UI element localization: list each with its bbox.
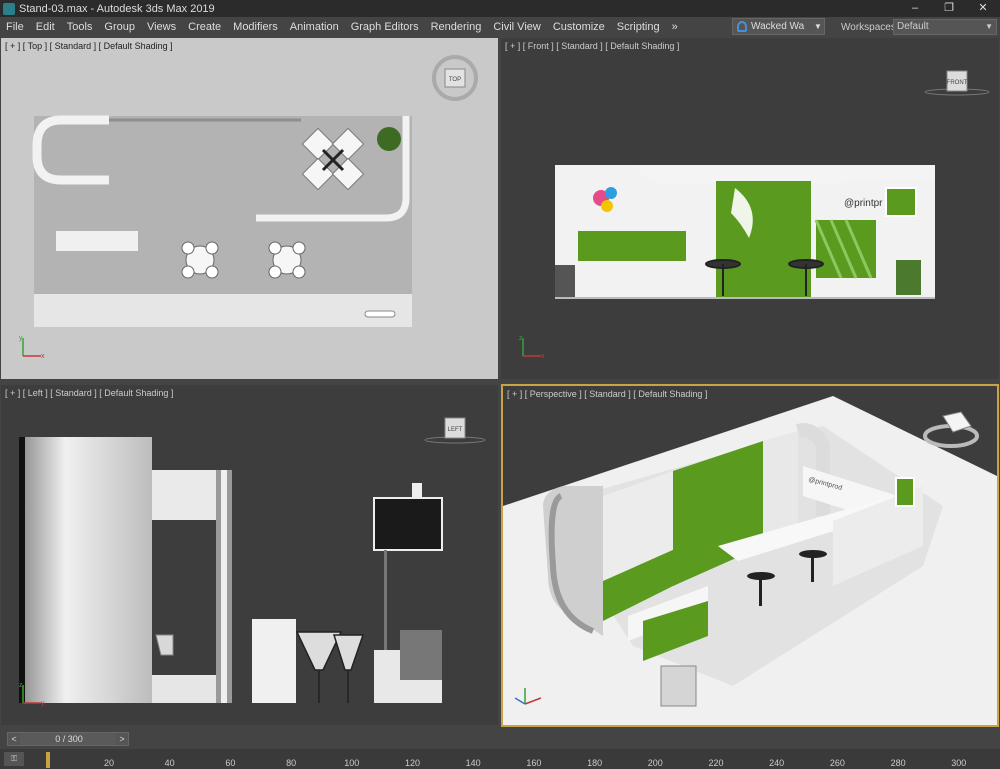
svg-text:x: x	[541, 353, 545, 360]
plant-front	[896, 260, 921, 295]
time-slider[interactable]: < 0 / 300 >	[7, 732, 129, 746]
lower-panel	[152, 675, 216, 703]
podium-persp	[660, 665, 697, 707]
window-title: Stand-03.max - Autodesk 3ds Max 2019	[19, 2, 215, 15]
workspaces-value: Default	[897, 21, 929, 32]
sign-text: @printpr	[844, 198, 883, 209]
key-icon[interactable]: ⚿	[4, 752, 24, 766]
viewcube-label[interactable]: TOP	[449, 77, 461, 83]
reception-desk	[56, 231, 138, 251]
left-view-drawing: LEFT z y	[19, 417, 486, 707]
menu-overflow-icon[interactable]: »	[666, 17, 684, 37]
tick-label: 200	[647, 758, 663, 768]
tick-label: 120	[404, 758, 421, 768]
viewport-left[interactable]: [ + ] [ Left ] [ Standard ] [ Default Sh…	[1, 385, 498, 725]
svg-text:y: y	[19, 335, 23, 342]
perspective-drawing: @printprod	[503, 396, 997, 725]
workspaces-dropdown[interactable]: Default ▼	[893, 19, 997, 35]
menu-scripting[interactable]: Scripting	[611, 17, 666, 37]
viewcube-label[interactable]: FRONT	[947, 80, 968, 86]
menu-views[interactable]: Views	[141, 17, 182, 37]
curved-wall-side	[19, 437, 152, 703]
tick-label: 220	[708, 758, 724, 768]
desk-side	[252, 619, 296, 703]
bench	[364, 310, 396, 318]
tick-label: 100	[344, 758, 360, 768]
time-cursor[interactable]	[46, 752, 50, 768]
workspaces-label: Workspaces:	[841, 22, 899, 33]
menu-file[interactable]: File	[0, 17, 30, 37]
time-slider-bar: < 0 / 300 >	[0, 729, 1000, 749]
frame-readout: 0 / 300	[55, 734, 83, 744]
tick-label: 80	[286, 758, 297, 768]
minimize-button[interactable]: –	[898, 0, 932, 17]
title-bar: Stand-03.max - Autodesk 3ds Max 2019 – ❐…	[0, 0, 1000, 17]
viewport-label-left[interactable]: [ + ] [ Left ] [ Standard ] [ Default Sh…	[5, 388, 173, 398]
bar-stools-side	[295, 631, 365, 703]
viewcube-label[interactable]: LEFT	[448, 427, 463, 433]
viewport-perspective[interactable]: [ + ] [ Perspective ] [ Standard ] [ Def…	[501, 384, 999, 727]
menu-group[interactable]: Group	[98, 17, 141, 37]
track-bar[interactable]: ⚿ 20 40 60 80 100 120 140 160 180 200 220 240 260 280…	[0, 749, 1000, 769]
close-button[interactable]: ✕	[966, 0, 1000, 17]
tick-label: 60	[225, 758, 236, 768]
chair-side	[155, 634, 174, 656]
tick-label: 300	[951, 758, 967, 768]
chevron-down-icon: ▼	[814, 22, 822, 31]
tv-screen	[373, 497, 443, 551]
window-controls: – ❐ ✕	[898, 0, 1000, 17]
viewport-label-top[interactable]: [ + ] [ Top ] [ Standard ] [ Default Sha…	[5, 41, 173, 51]
chevron-down-icon: ▼	[985, 22, 993, 31]
green-panel-left	[578, 231, 686, 261]
viewcube-left: LEFT	[424, 417, 486, 444]
account-dropdown[interactable]: Wacked Wa ▼	[732, 18, 825, 35]
menu-edit[interactable]: Edit	[30, 17, 61, 37]
menu-customize[interactable]: Customize	[547, 17, 611, 37]
tick-label: 180	[587, 758, 603, 768]
svg-text:z: z	[519, 335, 523, 342]
tick-label: 240	[769, 758, 785, 768]
next-frame-button[interactable]: >	[116, 733, 128, 745]
account-name: Wacked Wa	[751, 21, 805, 32]
prev-frame-button[interactable]: <	[8, 733, 20, 745]
maximize-button[interactable]: ❐	[932, 0, 966, 17]
viewcube-persp	[923, 411, 979, 448]
user-icon	[737, 21, 747, 32]
tick-label: 160	[526, 758, 542, 768]
front-view-drawing: @printpr FRONT z x	[519, 70, 990, 360]
plant	[377, 127, 401, 151]
svg-text:x: x	[41, 353, 45, 360]
viewport-label-perspective[interactable]: [ + ] [ Perspective ] [ Standard ] [ Def…	[507, 389, 707, 399]
menu-graph-editors[interactable]: Graph Editors	[345, 17, 425, 37]
svg-text:y: y	[41, 700, 45, 707]
menu-create[interactable]: Create	[182, 17, 227, 37]
front-platform	[34, 294, 412, 327]
viewcube-top: TOP	[432, 55, 478, 101]
tick-label: 280	[890, 758, 906, 768]
screen-panel	[885, 187, 917, 217]
menu-modifiers[interactable]: Modifiers	[227, 17, 284, 37]
tick-label: 260	[829, 758, 845, 768]
bar-table-1	[181, 241, 219, 279]
tick-label: 140	[465, 758, 481, 768]
viewport-label-front[interactable]: [ + ] [ Front ] [ Standard ] [ Default S…	[505, 41, 679, 51]
axis-tripod: y x	[19, 335, 45, 360]
menu-rendering[interactable]: Rendering	[425, 17, 488, 37]
upper-panel	[152, 470, 216, 520]
bar-table-2	[268, 241, 306, 279]
viewport-front[interactable]: [ + ] [ Front ] [ Standard ] [ Default S…	[501, 38, 999, 379]
menu-tools[interactable]: Tools	[61, 17, 99, 37]
tick-label: 20	[103, 758, 115, 768]
axis-tripod: z x	[519, 335, 545, 360]
green-panel-center	[716, 181, 811, 298]
viewport-top[interactable]: [ + ] [ Top ] [ Standard ] [ Default Sha…	[1, 38, 498, 379]
tick-label: 40	[164, 758, 175, 768]
svg-text:z: z	[19, 682, 23, 689]
app-logo-icon	[3, 2, 15, 15]
menu-animation[interactable]: Animation	[284, 17, 345, 37]
top-view-drawing: TOP y x	[19, 55, 478, 360]
viewcube-front: FRONT	[924, 70, 990, 96]
menu-civil-view[interactable]: Civil View	[487, 17, 546, 37]
